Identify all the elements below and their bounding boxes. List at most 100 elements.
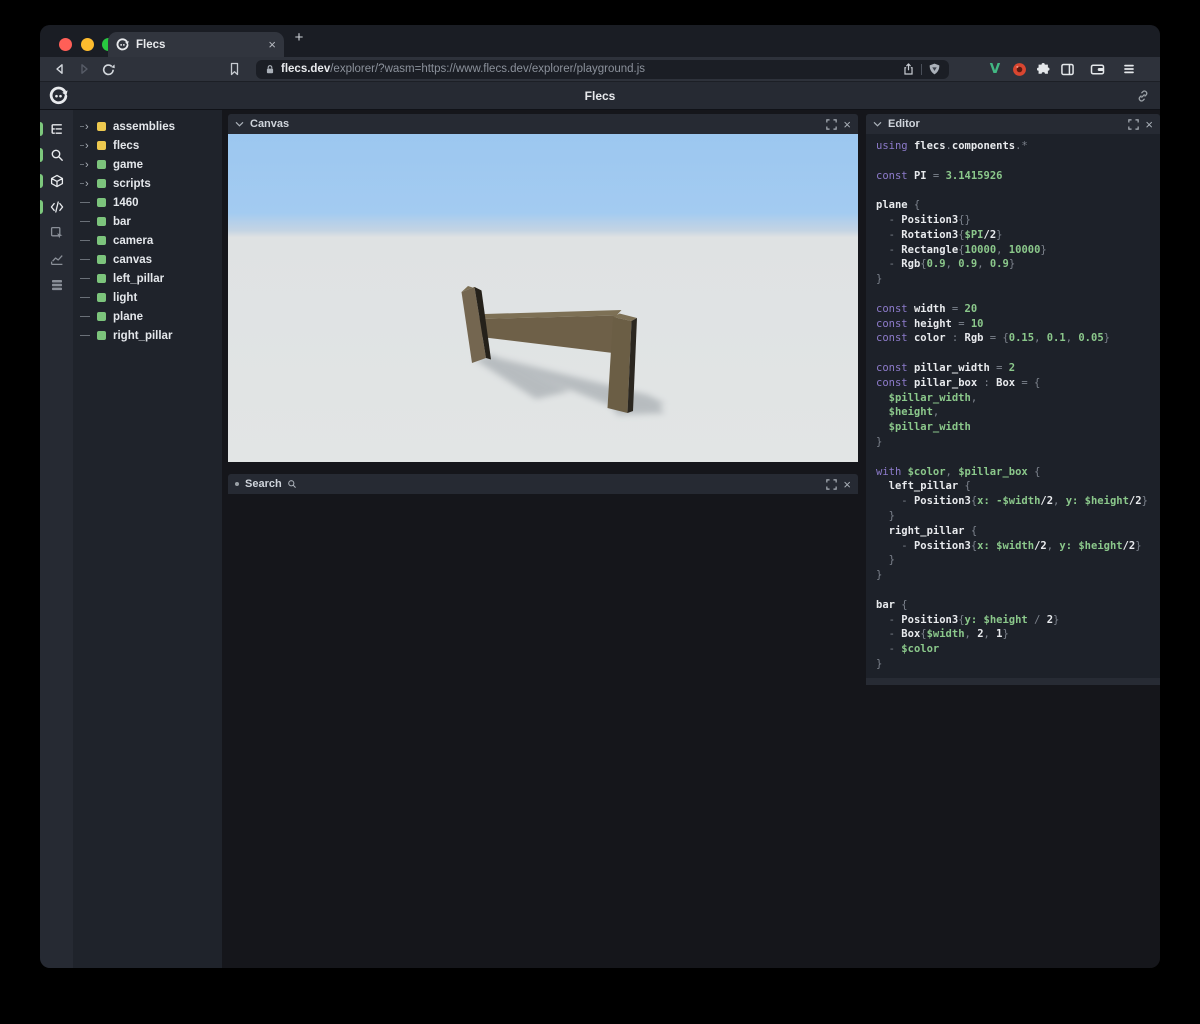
code-line: - Box{$width, 2, 1}: [876, 628, 1009, 641]
bookmark-icon: [230, 62, 238, 76]
red-extension-button[interactable]: [1009, 59, 1029, 79]
tree-item-label: 1460: [113, 196, 139, 209]
tree-item-plane[interactable]: plane: [73, 307, 222, 326]
brave-shield-icon[interactable]: [928, 62, 941, 76]
vue-extension-button[interactable]: V: [985, 59, 1005, 79]
browser-menu-button[interactable]: [1119, 59, 1139, 79]
sidebar-item-inspect[interactable]: [40, 220, 73, 246]
chevron-down-icon[interactable]: [235, 121, 244, 128]
inspect-icon: [50, 226, 62, 239]
code-line: plane {: [876, 199, 921, 212]
lock-icon: [266, 64, 274, 73]
code-line: left_pillar {: [876, 480, 971, 493]
chart-icon: [50, 255, 63, 266]
tree-item-label: light: [113, 291, 138, 304]
puzzle-extensions-icon: [1036, 62, 1049, 74]
vue-extension-icon: V: [989, 61, 1001, 77]
close-icon[interactable]: ×: [1145, 118, 1153, 131]
page-title: Flecs: [584, 88, 616, 103]
code-line: bar {: [876, 598, 908, 611]
tree-item-game[interactable]: › game: [73, 155, 222, 174]
expand-icon[interactable]: [826, 478, 838, 490]
entity-tree: › assemblies › flecs › game › scripts 1460 bar cam…: [73, 110, 222, 968]
leaf-dash-icon: [80, 240, 97, 241]
tree-item-left_pillar[interactable]: left_pillar: [73, 269, 222, 288]
share-icon[interactable]: [902, 62, 915, 76]
code-icon: [50, 201, 63, 213]
search-panel-header[interactable]: Search ×: [228, 474, 858, 494]
canvas-panel-header[interactable]: Canvas ×: [228, 114, 858, 134]
sidebar-item-chart[interactable]: [40, 246, 73, 272]
search-panel: Search ×: [228, 474, 858, 494]
forward-button[interactable]: [72, 59, 96, 79]
url-path: /explorer/?wasm=https://www.flecs.dev/ex…: [330, 63, 646, 75]
editor-panel-header[interactable]: Editor ×: [866, 114, 1160, 134]
tree-item-label: canvas: [113, 253, 153, 266]
new-tab-button[interactable]: +: [290, 29, 308, 47]
expand-chevron-icon[interactable]: ›: [80, 159, 97, 170]
close-window-button[interactable]: [59, 37, 72, 51]
sidebar-item-entities[interactable]: [40, 168, 73, 194]
code-line: using flecs.components.*: [876, 140, 1028, 152]
back-icon: [56, 64, 63, 74]
code-line: right_pillar {: [876, 524, 978, 537]
browser-tab-bar: Flecs × +: [40, 25, 1160, 57]
tree-item-right_pillar[interactable]: right_pillar: [73, 326, 222, 345]
panel-title: Canvas: [250, 118, 290, 130]
tree-item-bar[interactable]: bar: [73, 212, 222, 231]
tab-close-icon[interactable]: ×: [268, 38, 276, 51]
3d-scene[interactable]: [228, 134, 858, 462]
reload-button[interactable]: [96, 59, 120, 79]
close-icon[interactable]: ×: [843, 118, 851, 131]
minimize-window-button[interactable]: [80, 37, 94, 51]
link-icon[interactable]: [1136, 89, 1150, 103]
expand-chevron-icon[interactable]: ›: [80, 140, 97, 151]
tree-item-scripts[interactable]: › scripts: [73, 174, 222, 193]
code-line: }: [876, 273, 883, 286]
chevron-down-icon[interactable]: [873, 121, 882, 128]
active-indicator: [40, 148, 43, 162]
sidebar-button[interactable]: [1057, 59, 1077, 79]
url-domain: flecs.dev: [281, 63, 331, 75]
tree-item-label: game: [113, 158, 144, 171]
expand-chevron-icon[interactable]: ›: [80, 121, 97, 132]
code-line: - Rgb{0.9, 0.9, 0.9}: [876, 258, 1016, 271]
entity-color-swatch: [97, 160, 106, 169]
code-line: }: [876, 509, 895, 522]
tree-item-flecs[interactable]: › flecs: [73, 136, 222, 155]
tree-item-canvas[interactable]: canvas: [73, 250, 222, 269]
url-bar[interactable]: flecs.dev/explorer/?wasm=https://www.fle…: [256, 59, 949, 79]
bookmarks-button[interactable]: [222, 59, 246, 79]
tree-item-assemblies[interactable]: › assemblies: [73, 117, 222, 136]
leaf-dash-icon: [80, 221, 97, 222]
editor-code[interactable]: using flecs.components.* const PI = 3.14…: [866, 134, 1160, 678]
sidebar-item-stats[interactable]: [40, 272, 73, 298]
wallet-button[interactable]: [1087, 59, 1107, 79]
expand-icon[interactable]: [826, 118, 838, 130]
browser-tab[interactable]: Flecs ×: [108, 32, 284, 57]
sidebar-item-tree[interactable]: [40, 116, 73, 142]
tree-item-light[interactable]: light: [73, 288, 222, 307]
stats-icon: [51, 280, 62, 291]
code-line: }: [876, 569, 883, 582]
extensions-button[interactable]: [1033, 59, 1053, 79]
entity-color-swatch: [97, 255, 106, 264]
flecs-favicon-icon: [116, 38, 129, 51]
entity-color-swatch: [97, 331, 106, 340]
sidebar-item-code[interactable]: [40, 194, 73, 220]
panel-title: Search: [245, 478, 282, 490]
tree-item-1460[interactable]: 1460: [73, 193, 222, 212]
sidebar-icon: [1060, 63, 1074, 75]
entity-color-swatch: [97, 274, 106, 283]
expand-chevron-icon[interactable]: ›: [80, 178, 97, 189]
entity-color-swatch: [97, 312, 106, 321]
reload-icon: [102, 63, 115, 75]
close-icon[interactable]: ×: [843, 478, 851, 491]
tree-item-label: scripts: [113, 177, 151, 190]
tree-item-camera[interactable]: camera: [73, 231, 222, 250]
expand-icon[interactable]: [1128, 118, 1140, 130]
back-button[interactable]: [48, 59, 72, 79]
sidebar-item-search[interactable]: [40, 142, 73, 168]
